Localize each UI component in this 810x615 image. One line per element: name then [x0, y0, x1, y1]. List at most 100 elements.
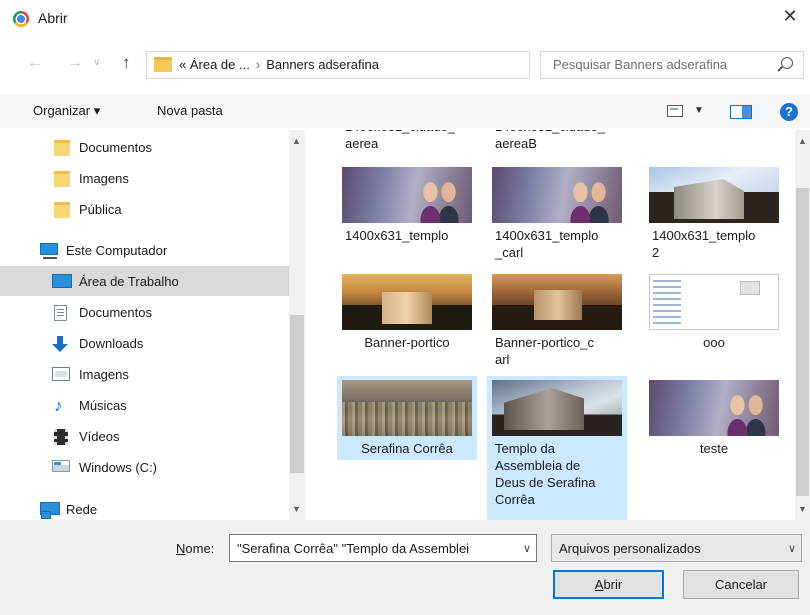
- downloads-icon: [52, 336, 68, 352]
- scrollbar-thumb[interactable]: [796, 188, 809, 496]
- nav-item-publica-folder[interactable]: Pública: [0, 194, 289, 224]
- scroll-down-arrow-icon[interactable]: ▼: [292, 504, 301, 514]
- folder-icon: [54, 202, 70, 218]
- folder-icon: [154, 57, 172, 72]
- recent-locations-chevron-icon[interactable]: ∨: [93, 57, 100, 68]
- file-item[interactable]: 1400x631_cidade_ aereaB: [487, 130, 627, 158]
- scroll-down-arrow-icon[interactable]: ▼: [798, 504, 807, 514]
- chevron-down-icon[interactable]: ∨: [523, 542, 531, 555]
- chevron-down-icon[interactable]: ∨: [788, 542, 796, 555]
- nav-item-label: Documentos: [79, 140, 152, 155]
- file-name: Serafina Corrêa: [361, 441, 453, 456]
- scroll-up-arrow-icon[interactable]: ▲: [292, 136, 301, 146]
- access-key: N: [176, 541, 186, 556]
- breadcrumb-item-current[interactable]: Banners adserafina: [266, 57, 379, 72]
- navigation-pane-scrollbar[interactable]: ▲ ▼: [289, 130, 305, 520]
- address-bar[interactable]: « Área de ...›Banners adserafina ∨ ↻: [146, 51, 665, 79]
- file-name: 1400x631_templo: [345, 228, 449, 243]
- open-file-dialog: Abrir ✕ ← → ∨ ↑ « Área de ... › Banners ad…: [0, 0, 810, 615]
- nav-item-downloads[interactable]: Downloads: [0, 328, 289, 358]
- image-thumbnail: [342, 380, 472, 436]
- file-item[interactable]: Banner-portico: [337, 270, 477, 370]
- close-button[interactable]: ✕: [770, 0, 810, 32]
- nav-item-label: Downloads: [79, 336, 144, 351]
- file-item[interactable]: 1400x631_cidade_ aerea: [337, 130, 477, 158]
- file-name: teste: [699, 441, 729, 456]
- file-item-selected[interactable]: Serafina Corrêa: [337, 376, 477, 460]
- file-item[interactable]: 1400x631_templo: [337, 163, 477, 263]
- image-thumbnail: [492, 167, 622, 223]
- breadcrumb-item-desktop[interactable]: Área de ...: [190, 57, 250, 72]
- file-item[interactable]: [644, 130, 784, 140]
- up-arrow-icon[interactable]: ↑: [122, 53, 131, 73]
- file-list[interactable]: 1400x631_cidade_ aerea 1400x631_cidade_ …: [305, 130, 795, 520]
- folder-icon: [54, 140, 70, 156]
- change-view-icon[interactable]: [667, 105, 683, 117]
- nav-item-videos[interactable]: Vídeos: [0, 421, 289, 451]
- chrome-app-icon: [13, 11, 29, 27]
- file-item[interactable]: 1400x631_templo 2: [644, 163, 784, 263]
- nav-item-label: Rede: [66, 502, 98, 517]
- help-icon[interactable]: ?: [780, 103, 798, 121]
- network-icon: [40, 502, 60, 519]
- breadcrumb-separator-icon[interactable]: ›: [256, 57, 260, 72]
- desktop-icon: [52, 274, 72, 288]
- computer-icon: [40, 243, 58, 259]
- preview-pane-icon[interactable]: [730, 105, 752, 119]
- search-placeholder: Pesquisar Banners adserafina: [553, 57, 728, 72]
- scroll-up-arrow-icon[interactable]: ▲: [798, 136, 807, 146]
- command-toolbar: Organizar ▾ Nova pasta ▼ ?: [0, 94, 810, 128]
- nav-item-label: Músicas: [79, 398, 127, 413]
- nav-item-label: Vídeos: [79, 429, 120, 444]
- image-thumbnail: [649, 167, 779, 223]
- file-item[interactable]: 1400x631_templo _carl: [487, 163, 627, 263]
- file-name: 1400x631_cidade_ aereaB: [495, 130, 605, 151]
- nav-item-este-computador[interactable]: Este Computador: [0, 235, 289, 265]
- file-item-selected[interactable]: Templo da Assembleia de Deus de Serafina…: [487, 376, 627, 520]
- nav-item-label: Documentos: [79, 305, 152, 320]
- nav-item-label: Pública: [79, 202, 122, 217]
- nav-item-windows-c[interactable]: Windows (C:): [0, 452, 289, 482]
- pictures-icon: [52, 367, 70, 381]
- nav-item-label: Área de Trabalho: [79, 274, 179, 289]
- search-icon[interactable]: [781, 57, 793, 69]
- file-name: 1400x631_templo 2: [652, 228, 756, 260]
- file-item[interactable]: teste: [644, 376, 784, 460]
- breadcrumb-overflow[interactable]: «: [179, 57, 186, 72]
- videos-icon: [54, 429, 68, 445]
- dialog-footer: Nome: "Serafina Corrêa" "Templo da Assem…: [0, 520, 810, 615]
- folder-icon: [54, 171, 70, 187]
- search-input[interactable]: Pesquisar Banners adserafina: [540, 51, 804, 79]
- image-thumbnail: [649, 274, 779, 330]
- cancel-button[interactable]: Cancelar: [683, 570, 799, 599]
- music-icon: ♪: [54, 396, 63, 415]
- view-options-chevron-icon[interactable]: ▼: [694, 105, 704, 116]
- nav-item-label: Imagens: [79, 367, 129, 382]
- navigation-pane[interactable]: Documentos Imagens Pública Este Computad…: [0, 130, 305, 520]
- back-arrow-icon[interactable]: ←: [27, 54, 43, 72]
- file-type-select[interactable]: Arquivos personalizados ∨: [551, 534, 802, 562]
- file-name-input[interactable]: "Serafina Corrêa" "Templo da Assemblei ∨: [229, 534, 537, 562]
- file-item[interactable]: ooo: [644, 270, 784, 370]
- nav-item-documentos-folder[interactable]: Documentos: [0, 132, 289, 162]
- organize-menu-button[interactable]: Organizar ▾: [33, 103, 100, 119]
- nav-item-area-de-trabalho[interactable]: Área de Trabalho: [0, 266, 289, 296]
- nav-item-rede[interactable]: Rede: [0, 494, 289, 520]
- scrollbar-thumb[interactable]: [290, 315, 304, 473]
- nav-item-documentos[interactable]: Documentos: [0, 297, 289, 327]
- nav-item-imagens-folder[interactable]: Imagens: [0, 163, 289, 193]
- nav-item-imagens[interactable]: Imagens: [0, 359, 289, 389]
- address-row: ← → ∨ ↑ « Área de ... › Banners adserafina…: [0, 48, 810, 82]
- open-button[interactable]: Abrir: [553, 570, 664, 599]
- file-name: 1400x631_templo _carl: [495, 228, 599, 260]
- documents-icon: [54, 305, 67, 321]
- image-thumbnail: [342, 167, 472, 223]
- file-name-label: Nome:: [176, 541, 214, 556]
- new-folder-button[interactable]: Nova pasta: [157, 103, 223, 118]
- forward-arrow-icon[interactable]: →: [67, 54, 83, 72]
- title-bar: Abrir ✕: [0, 0, 810, 36]
- file-list-scrollbar[interactable]: ▲ ▼: [795, 130, 810, 520]
- nav-item-label: Este Computador: [66, 243, 168, 258]
- file-item[interactable]: Banner-portico_c arl: [487, 270, 627, 370]
- nav-item-musicas[interactable]: ♪ Músicas: [0, 390, 289, 420]
